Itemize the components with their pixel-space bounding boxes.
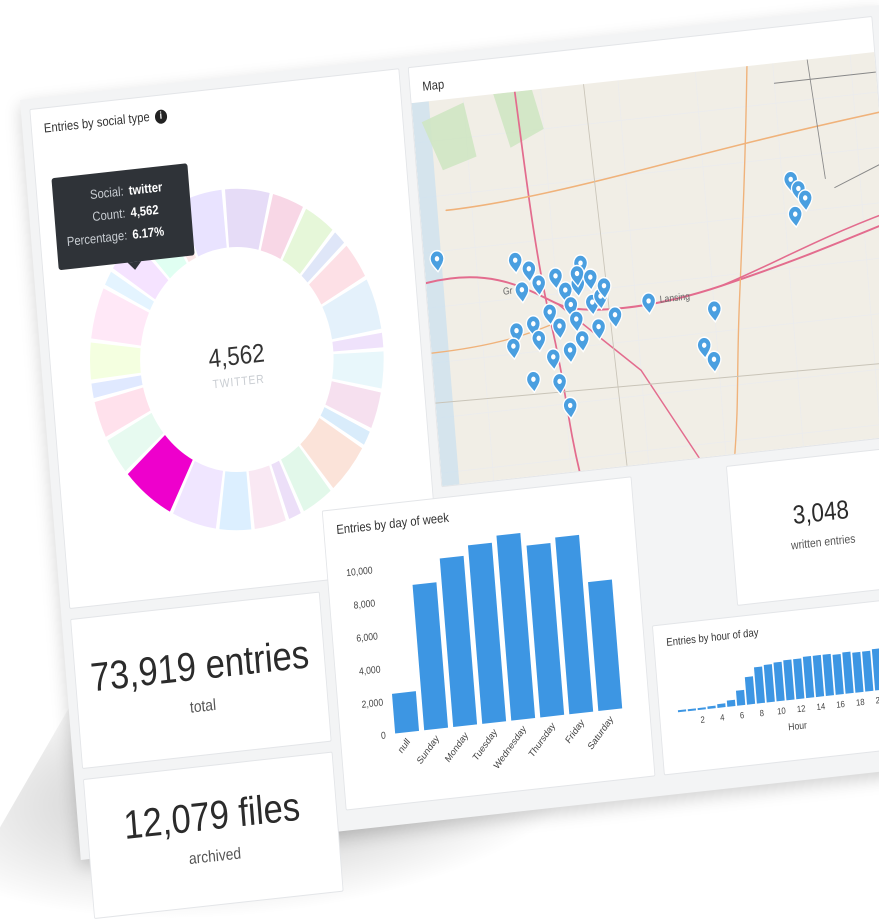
x-tick-label: Thursday (527, 720, 557, 759)
hour-bar[interactable] (763, 664, 775, 703)
hour-tick-label: 10 (777, 705, 787, 717)
y-tick-label: 10,000 (346, 565, 373, 579)
hour-bar[interactable] (822, 653, 834, 696)
y-tick-label: 2,000 (361, 697, 383, 710)
x-tick-label: Saturday (586, 714, 615, 752)
hour-bar[interactable] (783, 659, 795, 701)
written-entries-panel: 3,048 written entries (726, 445, 879, 606)
hour-tick-label: 2 (700, 714, 705, 725)
y-tick-label: 0 (381, 730, 387, 741)
dashboard: Entries by social type i 4,562 TWITTER So… (20, 5, 879, 920)
map-city-label: Lansing (659, 291, 690, 305)
hour-tick-label: 14 (816, 701, 826, 713)
hour-bar[interactable] (773, 661, 785, 702)
hour-bar[interactable] (812, 654, 825, 698)
hour-tick-label: 20 (875, 694, 879, 706)
x-tick-label: Friday (564, 717, 587, 746)
x-tick-label: null (396, 736, 412, 755)
hour-of-day-panel: Entries by hour of day 24681012141618202… (652, 595, 879, 776)
hour-bar[interactable] (677, 709, 687, 713)
x-tick-label: Tuesday (471, 727, 499, 763)
chart-tooltip: Social: twitter Count: 4,562 Percentage: 6.… (51, 163, 195, 271)
y-tick-label: 8,000 (353, 598, 375, 611)
hour-bar[interactable] (832, 653, 844, 695)
donut-center-value: 4,562 (207, 339, 265, 374)
x-tick-label: Wednesday (492, 723, 528, 771)
hour-of-day-chart[interactable]: 246810121416182022Hour (655, 625, 879, 774)
map-water (411, 89, 544, 488)
hour-tick-label: 8 (759, 707, 764, 718)
day-bar-null[interactable] (391, 691, 420, 734)
hour-bar[interactable] (842, 651, 854, 694)
day-bar-sunday[interactable] (412, 582, 449, 731)
files-archived-panel: 12,079 files archived (83, 751, 344, 920)
hour-tick-label: 6 (739, 710, 744, 721)
donut-center-label: TWITTER (212, 373, 265, 392)
total-entries-panel: 73,919 entries total (70, 591, 332, 770)
map-title: Map (421, 76, 445, 94)
hour-axis-label: Hour (788, 720, 807, 733)
map-city-label-2: Gr (503, 285, 513, 297)
x-tick-label: Monday (443, 730, 470, 765)
hour-bar[interactable] (726, 699, 736, 707)
map-panel: Map Lansing Gr (407, 15, 879, 488)
hour-tick-label: 4 (720, 712, 725, 723)
hour-bar[interactable] (802, 656, 815, 699)
hour-bar[interactable] (753, 666, 766, 704)
hour-bar[interactable] (862, 650, 874, 692)
day-bar-saturday[interactable] (588, 579, 623, 712)
hour-bar[interactable] (744, 676, 756, 705)
x-tick-label: Sunday (415, 733, 441, 766)
hour-tick-label: 18 (856, 696, 866, 708)
map-grid (414, 54, 879, 483)
tooltip-percentage-value: 6.17% (131, 223, 165, 242)
hour-bar[interactable] (793, 658, 805, 700)
y-tick-label: 4,000 (359, 664, 381, 677)
hour-bar[interactable] (697, 707, 706, 711)
hour-tick-label: 16 (836, 698, 846, 710)
hour-tick-label: 12 (796, 703, 806, 715)
y-tick-label: 6,000 (356, 631, 378, 644)
map-view[interactable]: Lansing Gr (411, 51, 879, 488)
hour-bar[interactable] (871, 648, 879, 691)
hour-bar[interactable] (717, 703, 726, 708)
day-of-week-panel: Entries by day of week 0 2,000 4,000 6,000 8… (321, 476, 656, 811)
day-of-week-chart[interactable]: 0 2,000 4,000 6,000 8,000 10,000 null Sunday Mon… (325, 507, 655, 810)
hour-bar[interactable] (707, 705, 716, 710)
hour-bar[interactable] (687, 708, 697, 712)
hour-bar[interactable] (852, 651, 864, 693)
hour-bar[interactable] (735, 689, 746, 706)
